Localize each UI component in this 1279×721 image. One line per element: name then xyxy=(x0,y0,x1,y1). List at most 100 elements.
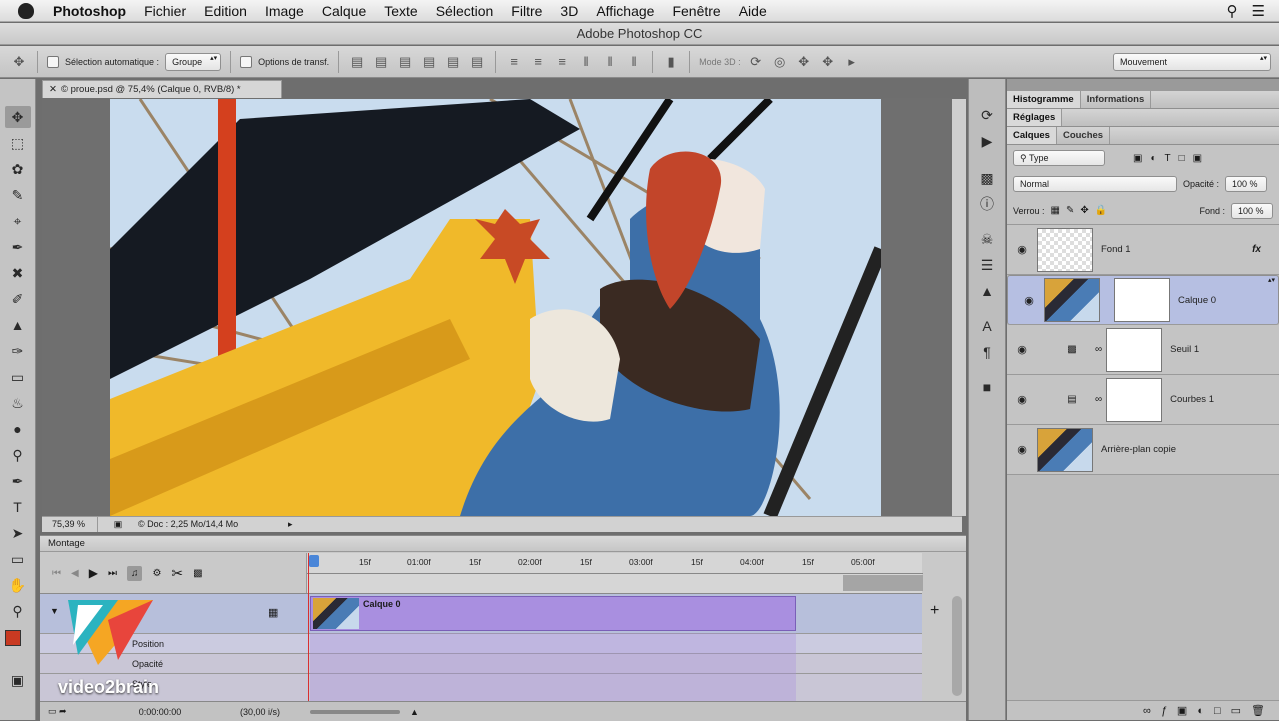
spotlight-search-icon[interactable]: ⚲ xyxy=(1227,2,1238,20)
menu-image[interactable]: Image xyxy=(256,3,313,19)
pan-3d-icon[interactable]: ✥ xyxy=(795,53,813,71)
lock-transparency-icon[interactable]: ▦ xyxy=(1051,205,1060,216)
type-tool-icon[interactable]: T xyxy=(5,496,31,518)
distribute-vcenter-icon[interactable]: ≡ xyxy=(529,53,547,71)
hand-tool-icon[interactable]: ✋ xyxy=(5,574,31,596)
paragraph-panel-icon[interactable]: ¶ xyxy=(974,341,1000,363)
menu-affichage[interactable]: Affichage xyxy=(587,3,663,19)
history-brush-tool-icon[interactable]: ✑ xyxy=(5,340,31,362)
visibility-eye-icon[interactable]: ◉ xyxy=(1007,243,1037,256)
visibility-eye-icon[interactable]: ◉ xyxy=(1007,393,1037,406)
add-mask-icon[interactable]: ▣ xyxy=(1177,704,1187,717)
3d-panel-icon[interactable]: ■ xyxy=(974,376,1000,398)
quick-mask-icon[interactable]: ▣ xyxy=(5,669,31,691)
stamp-tool-icon[interactable]: ▲ xyxy=(5,314,31,336)
add-style-icon[interactable]: ƒ xyxy=(1161,705,1167,717)
zoom-mountain-icon[interactable]: ▲ xyxy=(410,707,419,717)
layer-mask-thumbnail[interactable] xyxy=(1106,327,1163,372)
pen-tool-icon[interactable]: ✒ xyxy=(5,470,31,492)
menu-filtre[interactable]: Filtre xyxy=(502,3,551,19)
delete-layer-icon[interactable]: 🗑 xyxy=(1251,704,1265,717)
menu-calque[interactable]: Calque xyxy=(313,3,375,19)
transform-controls-checkbox[interactable] xyxy=(240,55,253,68)
filter-type-icon[interactable]: T xyxy=(1165,153,1171,164)
actions-panel-icon[interactable]: ▶ xyxy=(974,130,1000,152)
previous-frame-icon[interactable]: ◀ xyxy=(71,568,79,579)
timeline-ruler[interactable]: 15f 01:00f 15f 02:00f 15f 03:00f 15f 04:… xyxy=(306,553,923,593)
settings-gear-icon[interactable]: ⚙ xyxy=(152,568,161,579)
align-right-icon[interactable]: ▤ xyxy=(468,53,486,71)
menu-3d[interactable]: 3D xyxy=(551,3,587,19)
filter-shape-icon[interactable]: □ xyxy=(1179,153,1185,164)
history-panel-icon[interactable]: ⟳ xyxy=(974,104,1000,126)
layer-clip[interactable]: Calque 0 xyxy=(310,596,796,631)
new-layer-icon[interactable]: ▭ xyxy=(1231,704,1241,717)
tab-calques[interactable]: Calques xyxy=(1007,127,1057,144)
document-vertical-scrollbar[interactable] xyxy=(952,99,966,516)
playhead-handle[interactable] xyxy=(309,555,319,567)
bucket-tool-icon[interactable]: ♨ xyxy=(5,392,31,414)
crop-tool-icon[interactable]: ⌖ xyxy=(5,210,31,232)
brush-presets-icon[interactable]: ☠ xyxy=(974,228,1000,250)
clone-source-icon[interactable]: ▲ xyxy=(974,280,1000,302)
lock-position-icon[interactable]: ✥ xyxy=(1080,205,1088,216)
quick-select-tool-icon[interactable]: ✎ xyxy=(5,184,31,206)
blur-tool-icon[interactable]: ● xyxy=(5,418,31,440)
render-video-icon[interactable]: ▭ ➦ xyxy=(40,706,100,717)
auto-select-checkbox[interactable] xyxy=(47,55,59,68)
menu-app-photoshop[interactable]: Photoshop xyxy=(44,3,135,19)
transition-icon[interactable]: ▩ xyxy=(193,568,202,579)
distribute-top-icon[interactable]: ≡ xyxy=(505,53,523,71)
tab-couches[interactable]: Couches xyxy=(1057,127,1111,144)
menu-fichier[interactable]: Fichier xyxy=(135,3,195,19)
layer-mask-thumbnail[interactable] xyxy=(1106,377,1163,422)
zoom-slider[interactable] xyxy=(310,709,400,714)
layer-effects-icon[interactable]: fx xyxy=(1252,244,1261,255)
lock-all-icon[interactable]: 🔒 xyxy=(1095,205,1107,216)
document-tab[interactable]: ✕ © proue.psd @ 75,4% (Calque 0, RVB/8) * xyxy=(42,80,282,98)
distribute-left-icon[interactable]: ‖ xyxy=(577,53,595,71)
add-media-icon[interactable]: + xyxy=(930,602,939,620)
layer-row[interactable]: ◉ Fond 1 fx xyxy=(1007,225,1279,275)
document-canvas[interactable] xyxy=(110,99,881,516)
move-tool-preset-icon[interactable]: ✥ xyxy=(10,53,28,71)
tab-informations[interactable]: Informations xyxy=(1081,91,1152,108)
status-preview-icon[interactable]: ▣ xyxy=(98,517,138,532)
filter-adjust-icon[interactable]: ◐ xyxy=(1150,153,1156,164)
align-bottom-icon[interactable]: ▤ xyxy=(396,53,414,71)
align-vcenter-icon[interactable]: ▤ xyxy=(372,53,390,71)
distribute-hcenter-icon[interactable]: ‖ xyxy=(601,53,619,71)
move-tool-icon[interactable]: ✥ xyxy=(4,106,31,128)
menu-fenetre[interactable]: Fenêtre xyxy=(663,3,729,19)
roll-3d-icon[interactable]: ◎ xyxy=(771,53,789,71)
shape-tool-icon[interactable]: ▭ xyxy=(5,548,31,570)
healing-tool-icon[interactable]: ✖ xyxy=(5,262,31,284)
eyedropper-tool-icon[interactable]: ✒ xyxy=(5,236,31,258)
status-menu-arrow-icon[interactable]: ▸ xyxy=(288,517,293,532)
slide-3d-icon[interactable]: ✥ xyxy=(819,53,837,71)
dodge-tool-icon[interactable]: ⚲ xyxy=(5,444,31,466)
info-panel-icon[interactable]: ⓘ xyxy=(974,193,1000,215)
notification-list-icon[interactable]: ☰ xyxy=(1252,2,1265,20)
menu-edition[interactable]: Edition xyxy=(195,3,256,19)
workspace-dropdown[interactable]: Mouvement xyxy=(1113,52,1271,71)
menu-aide[interactable]: Aide xyxy=(730,3,776,19)
link-chain-icon[interactable]: ∞ xyxy=(1095,344,1102,355)
visibility-eye-icon[interactable]: ◉ xyxy=(1014,294,1044,307)
apple-icon[interactable] xyxy=(18,2,34,19)
lasso-tool-icon[interactable]: ✿ xyxy=(5,158,31,180)
tab-reglages[interactable]: Réglages xyxy=(1007,109,1063,126)
rotate-3d-icon[interactable]: ⟳ xyxy=(747,53,765,71)
close-icon[interactable]: ✕ xyxy=(49,84,57,95)
properties-panel-icon[interactable]: ▩ xyxy=(974,167,1000,189)
split-scissors-icon[interactable]: ✂ xyxy=(171,565,183,582)
opacity-field[interactable]: 100 % xyxy=(1225,176,1268,192)
timeline-vertical-scrollbar[interactable] xyxy=(952,596,962,696)
play-icon[interactable]: ▶ xyxy=(89,566,98,580)
align-left-icon[interactable]: ▤ xyxy=(420,53,438,71)
tab-histogramme[interactable]: Histogramme xyxy=(1007,91,1081,108)
auto-select-dropdown[interactable]: Groupe xyxy=(165,52,222,71)
align-top-icon[interactable]: ▤ xyxy=(348,53,366,71)
next-frame-icon[interactable]: ⏭ xyxy=(108,568,117,579)
filter-smart-icon[interactable]: ▣ xyxy=(1193,153,1202,164)
